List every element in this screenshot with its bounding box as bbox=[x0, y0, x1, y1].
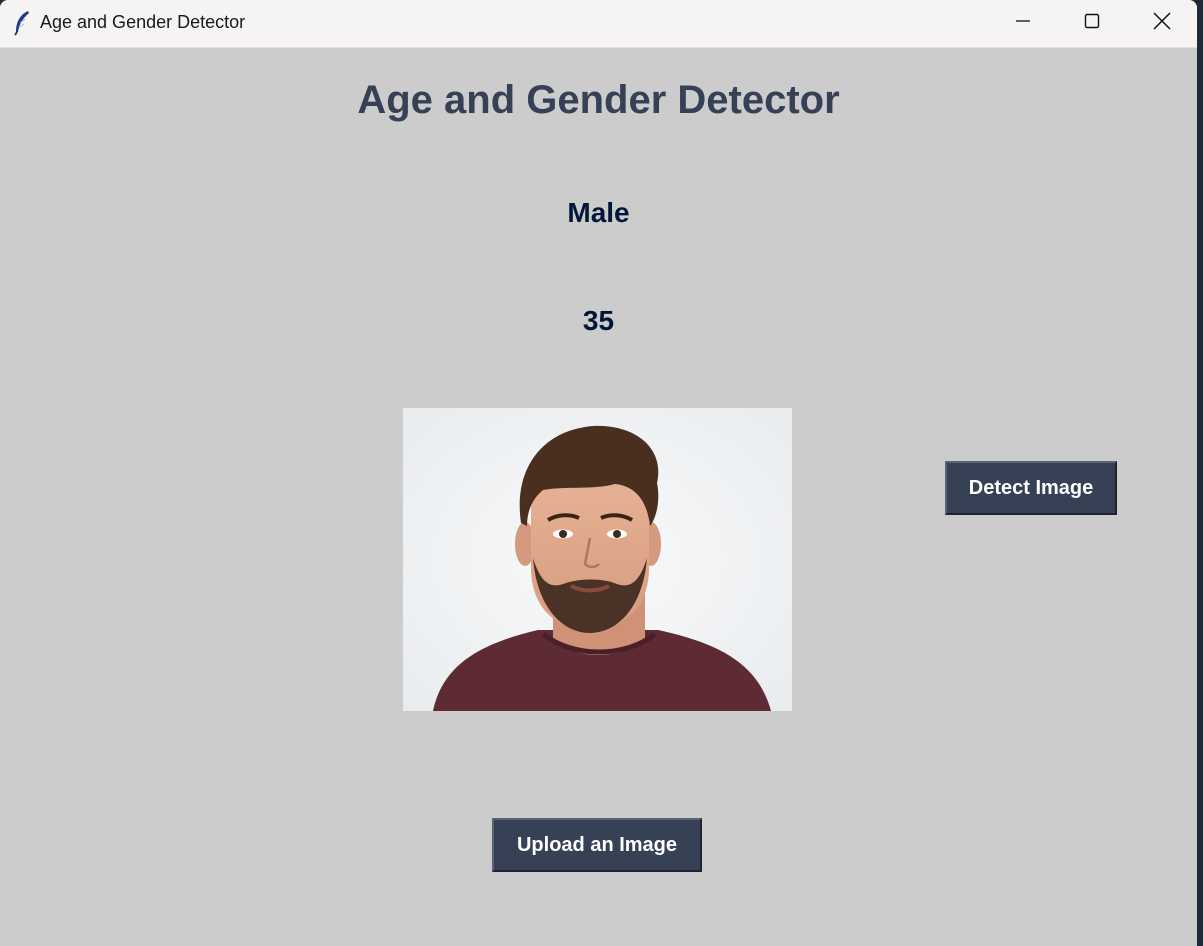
detect-image-button[interactable]: Detect Image bbox=[945, 461, 1117, 515]
maximize-button[interactable] bbox=[1057, 0, 1127, 47]
uploaded-face-photo bbox=[403, 408, 792, 711]
minimize-button[interactable] bbox=[988, 0, 1058, 47]
maximize-icon bbox=[1084, 13, 1100, 34]
app-window: Age and Gender Detector Age and Gender D… bbox=[0, 0, 1197, 946]
age-result-label: 35 bbox=[582, 305, 615, 336]
feather-icon bbox=[12, 10, 32, 36]
page-title: Age and Gender Detector bbox=[357, 78, 840, 122]
gender-result-label: Male bbox=[567, 197, 630, 228]
close-button[interactable] bbox=[1127, 0, 1197, 47]
minimize-icon bbox=[1015, 13, 1031, 34]
window-title: Age and Gender Detector bbox=[40, 12, 246, 32]
title-bar[interactable]: Age and Gender Detector bbox=[0, 0, 1197, 48]
close-icon bbox=[1153, 12, 1171, 35]
upload-image-button[interactable]: Upload an Image bbox=[492, 818, 702, 872]
